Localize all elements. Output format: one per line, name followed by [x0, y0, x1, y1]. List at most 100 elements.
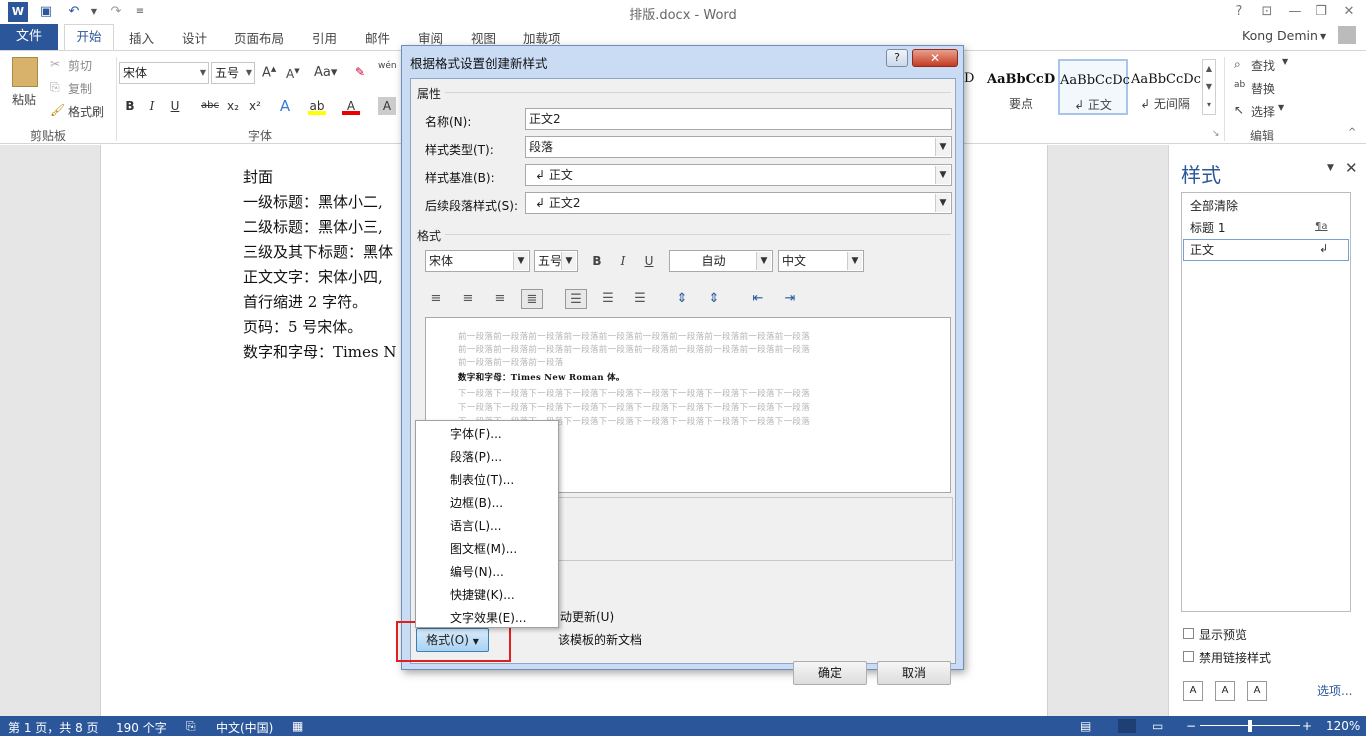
font-color-icon[interactable]: A [342, 97, 360, 115]
chevron-down-icon[interactable]: ▼ [1282, 57, 1288, 66]
restore-icon[interactable]: ❐ [1310, 2, 1332, 22]
one-half-spacing-icon[interactable]: ☰ [597, 289, 619, 309]
style-item-normal[interactable]: 正文 [1190, 241, 1214, 258]
ribbon-display-icon[interactable]: ⊡ [1256, 2, 1278, 22]
doc-line[interactable]: 正文文字：宋体小四, [243, 266, 383, 287]
change-case-icon[interactable]: Aa▾ [314, 65, 337, 80]
tab-layout[interactable]: 页面布局 [234, 28, 284, 47]
dialog-size-select[interactable]: 五号 ▼ [534, 250, 578, 272]
style-type-select[interactable]: 段落 ▼ [525, 136, 952, 158]
zoom-in-icon[interactable]: + [1302, 719, 1312, 733]
help-icon[interactable]: ? [1228, 2, 1250, 22]
dialog-underline-button[interactable]: U [639, 250, 659, 272]
text-effects-icon[interactable]: A [276, 97, 294, 115]
macro-icon[interactable]: ▦ [292, 719, 303, 733]
close-pane-icon[interactable]: ✕ [1345, 159, 1358, 177]
menu-item-border[interactable]: 边框(B)... [450, 494, 503, 511]
menu-item-font[interactable]: 字体(F)... [450, 425, 502, 442]
select-button[interactable]: 选择 [1251, 103, 1275, 120]
doc-line[interactable]: 三级及其下标题：黑体 [243, 241, 393, 262]
paste-icon[interactable] [12, 57, 38, 87]
tab-home[interactable]: 开始 [64, 24, 114, 51]
word-count[interactable]: 190 个字 [116, 719, 167, 736]
style-name-input[interactable]: 正文2 [525, 108, 952, 130]
select-icon[interactable]: ↖ [1234, 103, 1244, 117]
chevron-down-icon[interactable]: ▼ [1278, 103, 1284, 112]
menu-item-shortcut[interactable]: 快捷键(K)... [450, 586, 515, 603]
replace-icon[interactable]: ab [1234, 80, 1245, 90]
auto-update-label[interactable]: 动更新(U) [560, 608, 614, 625]
superscript-button[interactable]: x² [246, 97, 264, 115]
style-tile-no-spacing[interactable]: AaBbCcDc ↲ 无间隔 [1130, 59, 1201, 115]
tab-file[interactable]: 文件 [0, 24, 58, 50]
doc-line[interactable]: 封面 [243, 166, 273, 187]
collapse-ribbon-icon[interactable]: ^ [1348, 127, 1356, 138]
subscript-button[interactable]: x₂ [224, 97, 242, 115]
align-left-icon[interactable]: ≡ [425, 289, 447, 309]
user-dropdown-icon[interactable]: ▼ [1320, 32, 1326, 41]
doc-line[interactable]: 一级标题：黑体小二, [243, 191, 383, 212]
phonetic-guide-icon[interactable]: wén [378, 61, 397, 71]
highlight-icon[interactable]: ab [308, 97, 326, 115]
cancel-button[interactable]: 取消 [877, 661, 951, 685]
styles-launcher-icon[interactable]: ↘ [1212, 129, 1220, 139]
doc-line[interactable]: 首行缩进 2 字符。 [243, 291, 367, 312]
bold-button[interactable]: B [121, 97, 139, 115]
replace-button[interactable]: 替换 [1251, 80, 1275, 97]
menu-item-tabs[interactable]: 制表位(T)... [450, 471, 514, 488]
dialog-bold-button[interactable]: B [587, 250, 607, 272]
tab-design[interactable]: 设计 [182, 28, 207, 47]
based-on-select[interactable]: ↲ 正文 ▼ [525, 164, 952, 186]
page-count[interactable]: 第 1 页，共 8 页 [8, 719, 99, 736]
style-tile-partial[interactable]: D [964, 59, 984, 115]
format-painter-button[interactable]: 格式刷 [68, 103, 104, 120]
read-mode-icon[interactable]: ▤ [1080, 719, 1091, 733]
style-inspector-icon[interactable]: A [1215, 681, 1235, 701]
menu-item-paragraph[interactable]: 段落(P)... [450, 448, 502, 465]
clear-format-icon[interactable]: ✎ [355, 65, 365, 79]
dialog-language-select[interactable]: 中文 ▼ [778, 250, 864, 272]
shrink-font-icon[interactable]: A▼ [286, 67, 300, 81]
format-painter-icon[interactable]: 🖌 [50, 103, 65, 117]
dialog-italic-button[interactable]: I [613, 250, 633, 272]
tab-references[interactable]: 引用 [312, 28, 337, 47]
search-icon[interactable]: ⌕ [1234, 57, 1241, 72]
grow-font-icon[interactable]: A▲ [262, 65, 276, 80]
font-name-combo[interactable]: 宋体 ▼ [119, 62, 209, 84]
template-option-label[interactable]: 该模板的新文档 [558, 631, 642, 648]
style-item-heading1[interactable]: 标题 1 [1190, 219, 1225, 236]
help-icon[interactable]: ? [886, 49, 908, 67]
single-spacing-icon[interactable]: ☰ [565, 289, 587, 309]
increase-spacing-icon[interactable]: ⇕ [671, 289, 693, 309]
doc-line[interactable]: 数字和字母：Times N [243, 341, 397, 362]
align-right-icon[interactable]: ≡ [489, 289, 511, 309]
dialog-color-select[interactable]: 自动 ▼ [669, 250, 773, 272]
tab-mailings[interactable]: 邮件 [365, 28, 390, 47]
decrease-indent-icon[interactable]: ⇤ [747, 289, 769, 309]
proofing-icon[interactable]: ⎘ [186, 719, 196, 734]
user-name[interactable]: Kong Demin [1242, 28, 1318, 43]
paste-button[interactable]: 粘贴 [12, 91, 36, 108]
disable-linked-checkbox[interactable] [1183, 651, 1194, 662]
minimize-icon[interactable]: — [1284, 2, 1306, 22]
style-item-clear-all[interactable]: 全部清除 [1190, 197, 1238, 214]
doc-line[interactable]: 页码：5 号宋体。 [243, 316, 362, 337]
next-style-select[interactable]: ↲ 正文2 ▼ [525, 192, 952, 214]
align-center-icon[interactable]: ≡ [457, 289, 479, 309]
tab-insert[interactable]: 插入 [129, 28, 154, 47]
close-icon[interactable]: ✕ [912, 49, 958, 67]
avatar[interactable] [1338, 26, 1356, 44]
copy-button[interactable]: 复制 [68, 80, 92, 97]
options-link[interactable]: 选项... [1317, 682, 1352, 699]
menu-item-text-effects[interactable]: 文字效果(E)... [450, 609, 526, 626]
strikethrough-button[interactable]: abc [200, 97, 220, 115]
ok-button[interactable]: 确定 [793, 661, 867, 685]
gallery-scroll[interactable]: ▲ ▼ ▾ [1202, 59, 1216, 115]
style-tile-normal[interactable]: AaBbCcDc ↲ 正文 [1058, 59, 1130, 115]
pane-options-icon[interactable]: ▼ [1327, 163, 1334, 173]
decrease-spacing-icon[interactable]: ⇕ [703, 289, 725, 309]
italic-button[interactable]: I [143, 97, 161, 115]
underline-button[interactable]: U [166, 97, 184, 115]
menu-item-language[interactable]: 语言(L)... [450, 517, 502, 534]
cut-icon[interactable]: ✂ [50, 57, 60, 71]
